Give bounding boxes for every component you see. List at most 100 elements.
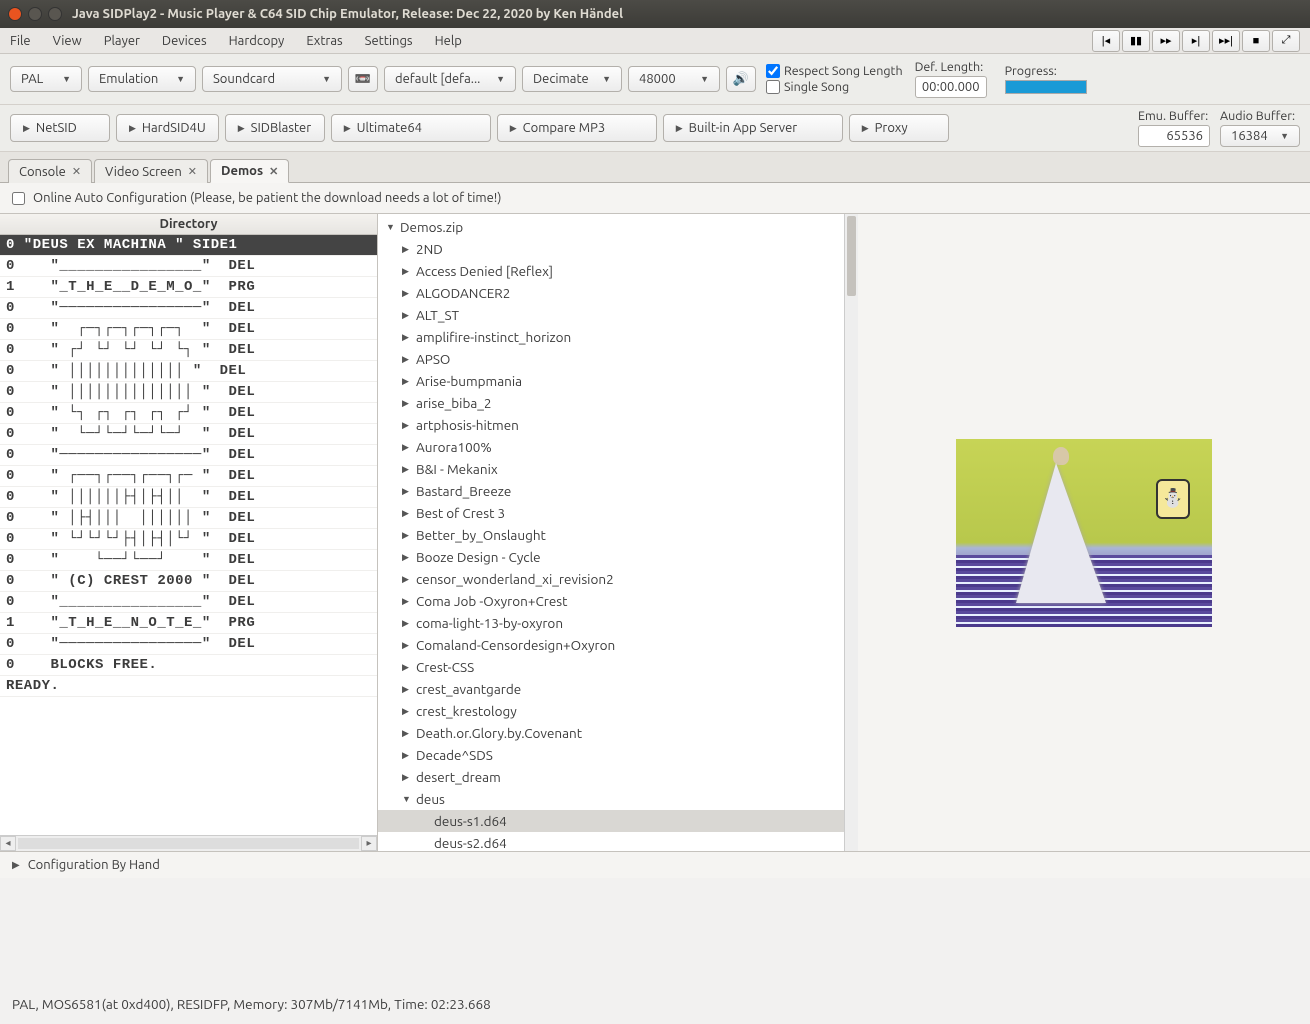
window-close-button[interactable] xyxy=(8,7,22,21)
close-icon[interactable]: ✕ xyxy=(72,165,81,178)
directory-h-scrollbar[interactable]: ◂▸ xyxy=(0,835,377,851)
menu-hardcopy[interactable]: Hardcopy xyxy=(229,34,285,48)
window-minimize-button[interactable] xyxy=(28,7,42,21)
directory-row[interactable]: 0 "────────────────" DEL xyxy=(0,634,377,655)
directory-row[interactable]: 0 " └┐ ┌┐ ┌┐ ┌┐ ┌┘ " DEL xyxy=(0,403,377,424)
directory-row[interactable]: 0 " └──┘└──┘ " DEL xyxy=(0,550,377,571)
directory-row[interactable]: READY. xyxy=(0,676,377,697)
fullscreen-button[interactable]: ⤢ xyxy=(1272,30,1300,52)
directory-row[interactable]: 0 " ┌──┐┌──┐┌──┐┌─ " DEL xyxy=(0,466,377,487)
menu-player[interactable]: Player xyxy=(104,34,140,48)
directory-row[interactable]: 0 "────────────────" DEL xyxy=(0,298,377,319)
audio-buffer-dropdown[interactable]: 16384▼ xyxy=(1220,125,1300,147)
directory-row[interactable]: 0 "────────────────" DEL xyxy=(0,445,377,466)
directory-row[interactable]: 1 "_T_H_E__N_O_T_E_" PRG xyxy=(0,613,377,634)
tree-item[interactable]: ▶Bastard_Breeze xyxy=(378,480,858,502)
app-server-button[interactable]: ▶Built-in App Server xyxy=(663,114,843,142)
directory-row[interactable]: 0 " │││││││││││││ " DEL xyxy=(0,361,377,382)
directory-row[interactable]: 0 " ││││││││││││││ " DEL xyxy=(0,382,377,403)
menu-devices[interactable]: Devices xyxy=(162,34,207,48)
compare-mp3-button[interactable]: ▶Compare MP3 xyxy=(497,114,657,142)
directory-row[interactable]: 0 " └┘└┘└┘├┤│├┤│└┘ " DEL xyxy=(0,529,377,550)
decimate-dropdown[interactable]: Decimate▼ xyxy=(522,66,622,92)
tree-item[interactable]: ▶Aurora100% xyxy=(378,436,858,458)
record-icon-button[interactable]: 📼 xyxy=(348,66,378,92)
close-icon[interactable]: ✕ xyxy=(188,165,197,178)
tree-item[interactable]: ▶desert_dream xyxy=(378,766,858,788)
tree-item[interactable]: ▶APSO xyxy=(378,348,858,370)
tree-item[interactable]: ▼deus xyxy=(378,788,858,810)
config-by-hand-row[interactable]: ▶ Configuration By Hand xyxy=(0,851,1310,878)
directory-row[interactable]: 0 " ┌─┐┌─┐┌─┐┌─┐ " DEL xyxy=(0,319,377,340)
tree-item[interactable]: ▶ALT_ST xyxy=(378,304,858,326)
sidblaster-button[interactable]: ▶SIDBlaster xyxy=(225,114,325,142)
tree-item[interactable]: ▶Best of Crest 3 xyxy=(378,502,858,524)
stop-button[interactable]: ■ xyxy=(1242,30,1270,52)
tree-item[interactable]: ▶arise_biba_2 xyxy=(378,392,858,414)
single-song-checkbox[interactable]: Single Song xyxy=(766,80,903,94)
tree-item[interactable]: ▼Demos.zip xyxy=(378,216,858,238)
fast-forward-button[interactable]: ▸▸ xyxy=(1152,30,1180,52)
directory-row[interactable]: 0 BLOCKS FREE. xyxy=(0,655,377,676)
menu-view[interactable]: View xyxy=(53,34,82,48)
emu-buffer-field[interactable]: 65536 xyxy=(1138,125,1210,147)
default-length-field[interactable]: 00:00.000 xyxy=(915,76,987,98)
proxy-button[interactable]: ▶Proxy xyxy=(849,114,949,142)
hardsid4u-button[interactable]: ▶HardSID4U xyxy=(116,114,219,142)
menu-settings[interactable]: Settings xyxy=(365,34,413,48)
directory-listing[interactable]: 0 "DEUS EX MACHINA " SIDE10 "___________… xyxy=(0,235,377,835)
tree-item[interactable]: ▶Comaland-Censordesign+Oxyron xyxy=(378,634,858,656)
tree-item[interactable]: ▶2ND xyxy=(378,238,858,260)
directory-row[interactable]: 0 " (C) CREST 2000 " DEL xyxy=(0,571,377,592)
tree-v-scrollbar[interactable] xyxy=(844,214,858,851)
pause-button[interactable]: ▮▮ xyxy=(1122,30,1150,52)
next-track-button[interactable]: ▸▸| xyxy=(1212,30,1240,52)
netsid-button[interactable]: ▶NetSID xyxy=(10,114,110,142)
prev-track-button[interactable]: |◂ xyxy=(1092,30,1120,52)
tree-item[interactable]: ▶amplifire-instinct_horizon xyxy=(378,326,858,348)
directory-row[interactable]: 1 "_T_H_E__D_E_M_O_" PRG xyxy=(0,277,377,298)
tree-item[interactable]: ▶Crest-CSS xyxy=(378,656,858,678)
menu-help[interactable]: Help xyxy=(435,34,462,48)
tree-item[interactable]: ▶Arise-bumpmania xyxy=(378,370,858,392)
tree-item[interactable]: ▶Death.or.Glory.by.Covenant xyxy=(378,722,858,744)
tree-item[interactable]: ▶Decade^SDS xyxy=(378,744,858,766)
tree-item[interactable]: ▶coma-light-13-by-oxyron xyxy=(378,612,858,634)
tree-item[interactable]: ▶Coma Job -Oxyron+Crest xyxy=(378,590,858,612)
directory-row[interactable]: 0 "________________" DEL xyxy=(0,592,377,613)
emulation-dropdown[interactable]: Emulation▼ xyxy=(88,66,196,92)
menu-extras[interactable]: Extras xyxy=(306,34,342,48)
volume-icon-button[interactable]: 🔊 xyxy=(726,66,756,92)
respect-song-length-checkbox[interactable]: Respect Song Length xyxy=(766,64,903,78)
video-standard-dropdown[interactable]: PAL▼ xyxy=(10,66,82,92)
tree-item[interactable]: ▶crest_avantgarde xyxy=(378,678,858,700)
file-tree[interactable]: ▼Demos.zip▶2ND▶Access Denied [Reflex]▶AL… xyxy=(378,214,858,851)
tree-item[interactable]: ▶B&I - Mekanix xyxy=(378,458,858,480)
tab-demos[interactable]: Demos✕ xyxy=(210,159,289,183)
tree-item[interactable]: ▶artphosis-hitmen xyxy=(378,414,858,436)
ultimate64-button[interactable]: ▶Ultimate64 xyxy=(331,114,491,142)
tree-item[interactable]: deus-s2.d64 xyxy=(378,832,858,851)
window-maximize-button[interactable] xyxy=(48,7,62,21)
tab-video-screen[interactable]: Video Screen✕ xyxy=(94,159,208,183)
tree-item[interactable]: deus-s1.d64 xyxy=(378,810,858,832)
samplerate-dropdown[interactable]: 48000▼ xyxy=(628,66,720,92)
auto-config-checkbox[interactable] xyxy=(12,192,25,205)
directory-row[interactable]: 0 " │├┤│││ ││││││ " DEL xyxy=(0,508,377,529)
next-subtune-button[interactable]: ▸| xyxy=(1182,30,1210,52)
tree-item[interactable]: ▶Booze Design - Cycle xyxy=(378,546,858,568)
tab-console[interactable]: Console✕ xyxy=(8,159,92,183)
directory-row[interactable]: 0 "________________" DEL xyxy=(0,256,377,277)
directory-row[interactable]: 0 " └─┘└─┘└─┘└─┘ " DEL xyxy=(0,424,377,445)
tree-item[interactable]: ▶censor_wonderland_xi_revision2 xyxy=(378,568,858,590)
directory-row[interactable]: 0 "DEUS EX MACHINA " SIDE1 xyxy=(0,235,377,256)
tree-item[interactable]: ▶ALGODANCER2 xyxy=(378,282,858,304)
menu-file[interactable]: File xyxy=(10,34,31,48)
audio-device-dropdown[interactable]: default [defa...▼ xyxy=(384,66,516,92)
directory-row[interactable]: 0 " ┌┘ └┘ └┘ └┘ └┐ " DEL xyxy=(0,340,377,361)
tree-item[interactable]: ▶Access Denied [Reflex] xyxy=(378,260,858,282)
close-icon[interactable]: ✕ xyxy=(269,165,278,178)
directory-row[interactable]: 0 " ││││││├┤│├┤││ " DEL xyxy=(0,487,377,508)
tree-item[interactable]: ▶crest_krestology xyxy=(378,700,858,722)
tree-item[interactable]: ▶Better_by_Onslaught xyxy=(378,524,858,546)
